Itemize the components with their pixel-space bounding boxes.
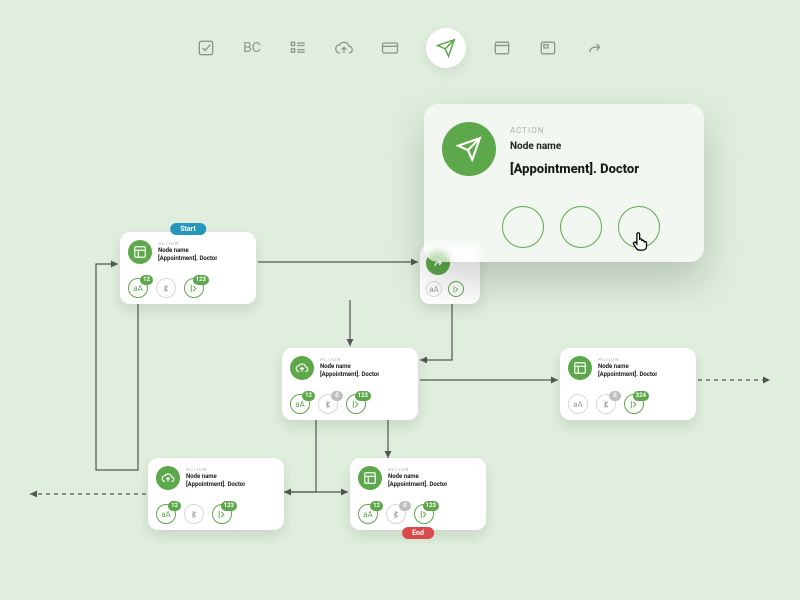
port-badge: 12 [140, 275, 153, 285]
pointer-cursor-icon [630, 230, 652, 252]
popup-port[interactable] [560, 206, 602, 248]
port-badge: 0 [609, 391, 621, 401]
node-subtitle: [Appointment]. Doctor [598, 372, 657, 379]
port-in-icon[interactable] [156, 278, 176, 298]
port-badge: 123 [221, 501, 237, 511]
port-badge: 123 [423, 501, 439, 511]
port-in-icon[interactable]: 0 [596, 394, 616, 414]
port-out-icon[interactable]: 123 [346, 394, 366, 414]
toolbar: BC [196, 28, 604, 68]
port-badge: 0 [399, 501, 411, 511]
node-name: Node name [388, 474, 447, 481]
port-out-icon[interactable]: 324 [624, 394, 644, 414]
port-badge: 123 [355, 391, 371, 401]
layout-icon [128, 240, 152, 264]
node-subtitle: [Appointment]. Doctor [186, 482, 245, 489]
node-layout-b[interactable]: ACTION Node name [Appointment]. Doctor a… [560, 348, 696, 420]
node-start[interactable]: Start ACTION Node name [Appointment]. Do… [120, 232, 256, 304]
port-badge: 12 [168, 501, 181, 511]
node-name: Node name [320, 364, 379, 371]
port-text-icon[interactable]: aA12 [290, 394, 310, 414]
toolbar-redo-icon[interactable] [584, 38, 604, 58]
port-badge: 12 [370, 501, 383, 511]
toolbar-card-icon[interactable] [380, 38, 400, 58]
popup-name: Node name [510, 141, 639, 152]
layout-icon [568, 356, 592, 380]
toolbar-text-icon[interactable]: BC [242, 38, 262, 58]
node-name: Node name [598, 364, 657, 371]
start-tag: Start [170, 223, 206, 235]
port-badge: 0 [331, 391, 343, 401]
port-out-icon[interactable]: 123 [414, 504, 434, 524]
toolbar-window-icon[interactable] [492, 38, 512, 58]
port-badge: 123 [193, 275, 209, 285]
port-text-icon[interactable]: aA [568, 394, 588, 414]
node-subtitle: [Appointment]. Doctor [320, 372, 379, 379]
node-subtitle: [Appointment]. Doctor [388, 482, 447, 489]
node-cloud-a[interactable]: ACTION Node name [Appointment]. Doctor a… [282, 348, 418, 420]
cloud-up-icon [290, 356, 314, 380]
node-name: Node name [158, 248, 217, 255]
send-icon [442, 122, 496, 176]
toolbar-panel-icon[interactable] [538, 38, 558, 58]
toolbar-checkbox-icon[interactable] [196, 38, 216, 58]
end-tag: End [402, 527, 434, 539]
toolbar-cloud-up-icon[interactable] [334, 38, 354, 58]
popup-category: ACTION [510, 126, 639, 135]
port-in-icon[interactable]: 0 [386, 504, 406, 524]
port-badge: 12 [302, 391, 315, 401]
port-out-icon[interactable] [448, 281, 464, 297]
port-in-icon[interactable] [184, 504, 204, 524]
popup-subtitle: [Appointment]. Doctor [510, 162, 639, 177]
node-subtitle: [Appointment]. Doctor [158, 256, 217, 263]
port-text-icon[interactable]: aA12 [128, 278, 148, 298]
layout-icon [358, 466, 382, 490]
node-cloud-b[interactable]: ACTION Node name [Appointment]. Doctor a… [148, 458, 284, 530]
toolbar-send-icon[interactable] [426, 28, 466, 68]
port-out-icon[interactable]: 123 [184, 278, 204, 298]
port-text-icon[interactable]: aA12 [156, 504, 176, 524]
node-detail-popup[interactable]: ACTION Node name [Appointment]. Doctor [424, 104, 704, 262]
port-text-icon[interactable]: aA [426, 281, 442, 297]
port-in-icon[interactable]: 0 [318, 394, 338, 414]
port-text-icon[interactable]: aA12 [358, 504, 378, 524]
node-end[interactable]: ACTION Node name [Appointment]. Doctor a… [350, 458, 486, 530]
toolbar-list-icon[interactable] [288, 38, 308, 58]
node-name: Node name [186, 474, 245, 481]
cloud-up-icon [156, 466, 180, 490]
port-out-icon[interactable]: 123 [212, 504, 232, 524]
popup-port[interactable] [502, 206, 544, 248]
port-badge: 324 [633, 391, 649, 401]
